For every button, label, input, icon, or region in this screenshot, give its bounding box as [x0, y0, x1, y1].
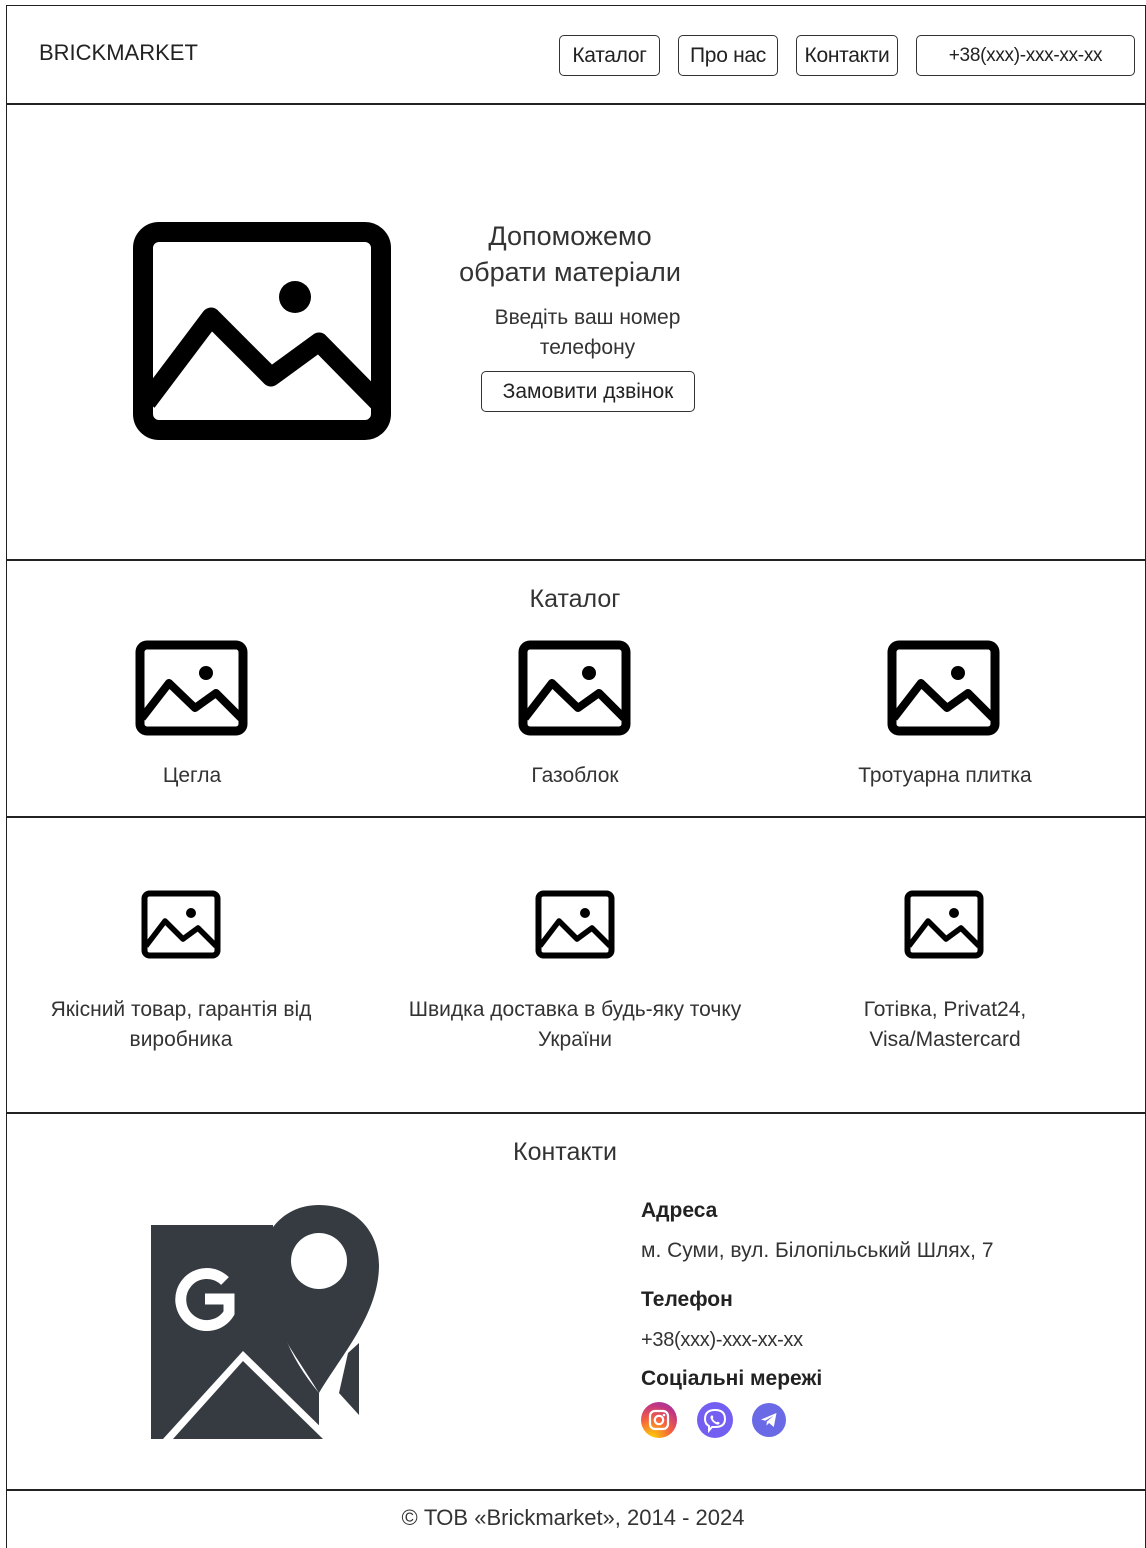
- hero-image-icon: [133, 222, 391, 440]
- contacts-divider: [6, 1489, 1146, 1491]
- features-divider: [6, 1112, 1146, 1114]
- hero-title: Допоможемо обрати матеріали: [459, 221, 681, 287]
- phone-value[interactable]: +38(xxx)-xxx-xx-xx: [641, 1329, 803, 1352]
- nav-contacts-button[interactable]: Контакти: [796, 35, 898, 76]
- catalog-bricks-label[interactable]: Цегла: [92, 761, 292, 791]
- feature-delivery-label: Швидка доставка в будь-яку точку України: [408, 998, 742, 1051]
- header-divider: [6, 103, 1146, 105]
- contacts-title: Контакти: [513, 1138, 617, 1166]
- phone-label: Телефон: [641, 1288, 733, 1311]
- google-maps-icon[interactable]: [143, 1203, 381, 1439]
- telegram-icon[interactable]: [752, 1403, 786, 1437]
- address-value: м. Суми, вул. Білопільський Шлях, 7: [641, 1239, 994, 1262]
- catalog-paving-label[interactable]: Тротуарна плитка: [820, 761, 1070, 791]
- hero-subtitle: Введіть ваш номер телефону: [494, 306, 681, 359]
- feature-payment-label: Готівка, Privat24, Visa/Mastercard: [863, 998, 1027, 1051]
- site-logo[interactable]: BRICKMARKET: [39, 40, 198, 66]
- catalog-gasblock-label[interactable]: Газоблок: [475, 761, 675, 791]
- address-label: Адреса: [641, 1199, 718, 1222]
- instagram-icon[interactable]: [641, 1402, 677, 1438]
- catalog-divider: [6, 816, 1146, 818]
- catalog-paving-image-icon[interactable]: [887, 640, 1000, 736]
- footer-copyright: © ТОВ «Brickmarket», 2014 - 2024: [401, 1505, 745, 1530]
- hero-divider: [6, 559, 1146, 561]
- landing-page: BRICKMARKET Каталог Про нас Контакти +38…: [0, 0, 1146, 1548]
- feature-payment-image-icon: [904, 890, 984, 959]
- nav-about-button[interactable]: Про нас: [678, 35, 778, 76]
- feature-quality-image-icon: [141, 890, 221, 959]
- feature-quality-label: Якісний товар, гарантія від виробника: [50, 998, 312, 1051]
- social-label: Соціальні мережі: [641, 1367, 823, 1390]
- header-phone-button[interactable]: +38(xxx)-xxx-xx-xx: [916, 35, 1135, 76]
- order-call-button[interactable]: Замовити дзвінок: [481, 371, 695, 412]
- catalog-bricks-image-icon[interactable]: [135, 640, 248, 736]
- catalog-title: Каталог: [529, 585, 621, 613]
- viber-icon[interactable]: [697, 1402, 733, 1438]
- feature-delivery-image-icon: [535, 890, 615, 959]
- catalog-gasblock-image-icon[interactable]: [518, 640, 631, 736]
- nav-catalog-button[interactable]: Каталог: [559, 35, 660, 76]
